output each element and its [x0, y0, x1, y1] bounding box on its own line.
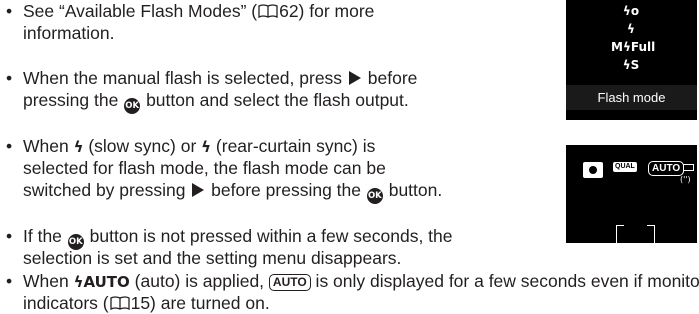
bullet-line: • When ϟAUTO (auto) is applied, AUTO is o…	[6, 271, 699, 291]
bullet-line: selection is set and the setting menu di…	[23, 248, 402, 268]
ok-button-icon: OK	[124, 98, 141, 114]
bullet-line: pressing the OK button and select the fl…	[6, 89, 409, 114]
auto-flash-indicator-icon: AUTO	[648, 161, 685, 176]
bullet-dot: •	[6, 136, 13, 156]
bullet-line: • When ϟ (slow sync) or ϟ (rear-curtain s…	[6, 136, 376, 156]
bullet-line: switched by pressing before pressing the…	[6, 179, 442, 204]
bullet-line: information.	[23, 23, 115, 43]
book-icon	[258, 4, 278, 18]
ok-button-icon: OK	[366, 188, 383, 204]
flash-slow-sync-icon: ϟS	[622, 58, 640, 72]
right-triangle-icon	[348, 71, 361, 85]
flash-redeye-icon: ϟo	[622, 4, 640, 18]
slow-sync-flash-icon: ϟ	[73, 138, 84, 156]
bullet-dot: •	[6, 68, 13, 88]
battery-icon	[683, 164, 694, 171]
vibration-reduction-icon: ('')	[680, 175, 691, 184]
camera-mode-icon	[583, 162, 603, 178]
image-quality-icon: QUAL	[613, 162, 637, 172]
flash-mode-label: Flash mode	[566, 85, 697, 110]
bullet-line: • When the manual flash is selected, pres…	[6, 68, 418, 88]
auto-flash-boxed-icon: AUTO	[268, 274, 311, 291]
rear-curtain-flash-icon: ϟ	[201, 138, 212, 156]
af-bracket-left	[616, 225, 624, 244]
book-icon	[109, 296, 130, 310]
flash-icon-list: ϟo ϟ MϟFull ϟS	[566, 0, 697, 85]
flash-mode-menu-screen: ϟo ϟ MϟFull ϟS Flash mode	[566, 0, 697, 120]
bullet-dot: •	[6, 226, 13, 246]
right-triangle-icon	[192, 183, 205, 197]
bullet-dot: •	[6, 271, 13, 291]
af-bracket-right	[647, 225, 655, 244]
flash-fill-icon: ϟ	[627, 22, 635, 36]
bullet-line: selected for flash mode, the flash mode …	[23, 158, 386, 178]
bullet-dot: •	[6, 1, 13, 21]
bullet-line: indicators (15) are turned on.	[23, 293, 270, 313]
flash-manual-full-icon: MϟFull	[611, 40, 656, 54]
auto-flash-icon: ϟAUTO	[73, 273, 130, 291]
shooting-screen: QUAL AUTO ('')	[566, 145, 697, 244]
bullet-line: • See “Available Flash Modes” (62) for mo…	[6, 1, 375, 21]
